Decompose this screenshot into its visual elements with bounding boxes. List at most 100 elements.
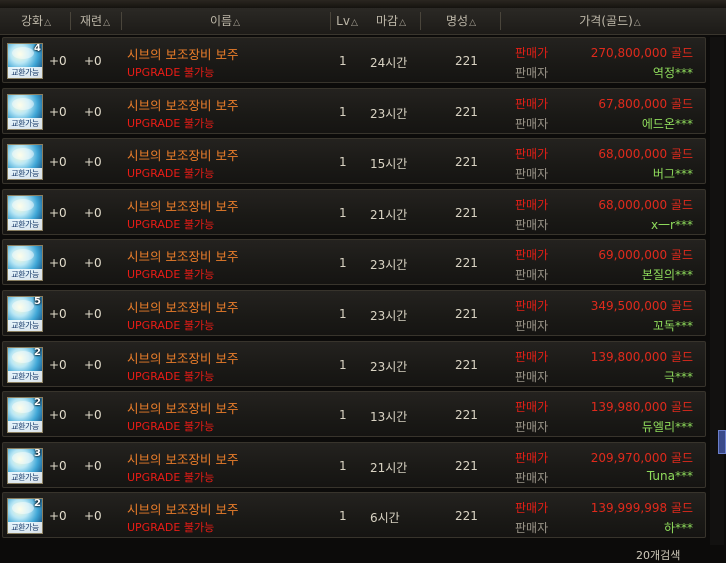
tradable-label: 교환가능 (8, 117, 42, 129)
sort-triangle-icon: △ (103, 18, 110, 28)
seller-label: 판매자 (515, 66, 549, 80)
stack-count: 2 (34, 498, 41, 510)
seller-name[interactable]: 버그*** (653, 165, 693, 182)
seller-label: 판매자 (515, 217, 549, 232)
level-value: 1 (339, 458, 347, 473)
price-value: 209,970,000 골드 (590, 450, 693, 465)
orb-item-icon[interactable]: 2 교환가능 (7, 397, 43, 434)
column-header-price[interactable]: 가격(골드)△ (540, 8, 680, 34)
orb-item-icon[interactable]: 2 교환가능 (7, 346, 43, 383)
fame-value: 221 (455, 509, 478, 524)
column-header-deadline[interactable]: 마감△ (366, 8, 416, 34)
column-header-enhance[interactable]: 강화△ (8, 8, 64, 34)
stack-count: 3 (34, 447, 41, 459)
listing-row[interactable]: 교환가능 +0 +0 시브의 보조장비 보주 UPGRADE 불가능 1 21시간 221 판매… (2, 188, 706, 235)
icon-gloss (12, 401, 34, 414)
column-header-enhance-label: 강화 (20, 14, 44, 28)
deadline-value: 23시간 (370, 258, 408, 273)
column-header-refine-label: 재련 (79, 14, 103, 28)
listing-row[interactable]: 2 교환가능 +0 +0 시브의 보조장비 보주 UPGRADE 불가능 1 6시간 221 판매… (2, 492, 706, 539)
orb-item-icon[interactable]: 4 교환가능 (7, 43, 43, 79)
sort-triangle-icon: △ (350, 18, 358, 28)
item-name[interactable]: 시브의 보조장비 보주 (127, 95, 238, 114)
column-header-lv[interactable]: Lv△ (332, 8, 362, 34)
listing-row[interactable]: 교환가능 +0 +0 시브의 보조장비 보주 UPGRADE 불가능 1 15시간 221 판매… (2, 138, 706, 185)
orb-item-icon[interactable]: 교환가능 (7, 194, 43, 231)
refine-value: +0 (84, 54, 102, 68)
seller-label: 판매자 (515, 521, 549, 536)
stack-count: 2 (34, 346, 41, 358)
item-name[interactable]: 시브의 보조장비 보주 (127, 499, 238, 518)
seller-name[interactable]: 극*** (664, 368, 693, 385)
seller-name[interactable]: x一r*** (651, 216, 693, 233)
item-name[interactable]: 시브의 보조장비 보주 (127, 196, 238, 215)
listing-row[interactable]: 4 교환가능 +0 +0 시브의 보조장비 보주 UPGRADE 불가능 1 24시간 221 판… (2, 37, 706, 83)
listing-row[interactable]: 5 교환가능 +0 +0 시브의 보조장비 보주 UPGRADE 불가능 1 23시간 221 판… (2, 290, 706, 336)
item-name[interactable]: 시브의 보조장비 보주 (127, 145, 238, 164)
seller-name[interactable]: 듀엘리*** (642, 418, 693, 435)
orb-item-icon[interactable]: 3 교환가능 (7, 447, 43, 484)
upgrade-status: UPGRADE 불가능 (127, 167, 215, 181)
item-name[interactable]: 시브의 보조장비 보주 (127, 348, 238, 367)
table-header: 강화△ 재련△ 이름△ Lv△ 마감△ 명성△ 가격(골드)△ (0, 8, 726, 35)
orb-item-icon[interactable]: 2 교환가능 (7, 498, 43, 535)
level-value: 1 (339, 357, 347, 372)
price-value: 139,800,000 골드 (590, 349, 693, 364)
orb-item-icon[interactable]: 5 교환가능 (7, 296, 43, 332)
fame-value: 221 (455, 155, 478, 170)
seller-type-label: 판매가 (515, 299, 549, 313)
scrollbar-thumb[interactable] (718, 430, 726, 454)
seller-type-label: 판매가 (515, 96, 549, 111)
listing-row[interactable]: 교환가능 +0 +0 시브의 보조장비 보주 UPGRADE 불가능 1 23시간 221 판매… (2, 239, 706, 286)
column-header-refine[interactable]: 재련△ (72, 8, 118, 34)
seller-label: 판매자 (515, 167, 549, 182)
stack-count: 4 (34, 43, 41, 54)
seller-name[interactable]: 꼬독*** (653, 317, 693, 334)
listing-row[interactable]: 2 교환가능 +0 +0 시브의 보조장비 보주 UPGRADE 불가능 1 23시간 221 판… (2, 340, 706, 387)
seller-name[interactable]: 에드온*** (642, 115, 693, 132)
sort-triangle-icon: △ (44, 18, 51, 28)
sort-triangle-icon: △ (399, 18, 406, 28)
price-value: 69,000,000 골드 (598, 248, 693, 263)
column-header-name[interactable]: 이름△ (122, 8, 328, 34)
level-value: 1 (339, 307, 347, 321)
enhance-value: +0 (49, 509, 67, 524)
seller-name[interactable]: Tuna*** (647, 469, 693, 483)
item-name[interactable]: 시브의 보조장비 보주 (127, 44, 238, 63)
item-name[interactable]: 시브의 보조장비 보주 (127, 297, 238, 316)
tradable-label: 교환가능 (8, 218, 42, 230)
orb-item-icon[interactable]: 교환가능 (7, 245, 43, 282)
icon-gloss (12, 350, 34, 363)
seller-name[interactable]: 하*** (664, 519, 693, 536)
listing-row[interactable]: 3 교환가능 +0 +0 시브의 보조장비 보주 UPGRADE 불가능 1 21시간 221 판… (2, 441, 706, 488)
seller-label: 판매자 (515, 116, 549, 131)
seller-label: 판매자 (515, 319, 549, 333)
orb-item-icon[interactable]: 교환가능 (7, 144, 43, 181)
upgrade-status: UPGRADE 불가능 (127, 268, 215, 282)
item-name[interactable]: 시브의 보조장비 보주 (127, 398, 238, 417)
icon-gloss (12, 451, 34, 464)
level-value: 1 (339, 205, 347, 220)
item-name[interactable]: 시브의 보조장비 보주 (127, 246, 238, 265)
seller-name[interactable]: 역정*** (653, 64, 693, 81)
orb-item-icon[interactable]: 교환가능 (7, 93, 43, 130)
seller-label: 판매자 (515, 470, 549, 485)
seller-name[interactable]: 본질의*** (642, 266, 693, 283)
icon-gloss (12, 249, 34, 262)
tradable-label: 교환가능 (8, 471, 42, 483)
item-name[interactable]: 시브의 보조장비 보주 (127, 449, 238, 468)
seller-label: 판매자 (515, 268, 549, 283)
column-header-fame[interactable]: 명성△ (424, 8, 498, 34)
listing-row[interactable]: 2 교환가능 +0 +0 시브의 보조장비 보주 UPGRADE 불가능 1 13시간 221 판… (2, 391, 706, 438)
deadline-value: 21시간 (370, 207, 408, 222)
listing-row[interactable]: 교환가능 +0 +0 시브의 보조장비 보주 UPGRADE 불가능 1 23시간 221 판매… (2, 87, 706, 134)
tradable-label: 교환가능 (8, 522, 42, 534)
deadline-value: 23시간 (370, 106, 408, 121)
refine-value: +0 (84, 155, 102, 170)
seller-type-label: 판매가 (515, 46, 549, 60)
tradable-label: 교환가능 (8, 269, 42, 281)
scrollbar-track[interactable] (710, 37, 724, 545)
enhance-value: +0 (49, 155, 67, 170)
level-value: 1 (339, 104, 347, 119)
fame-value: 221 (455, 458, 478, 473)
